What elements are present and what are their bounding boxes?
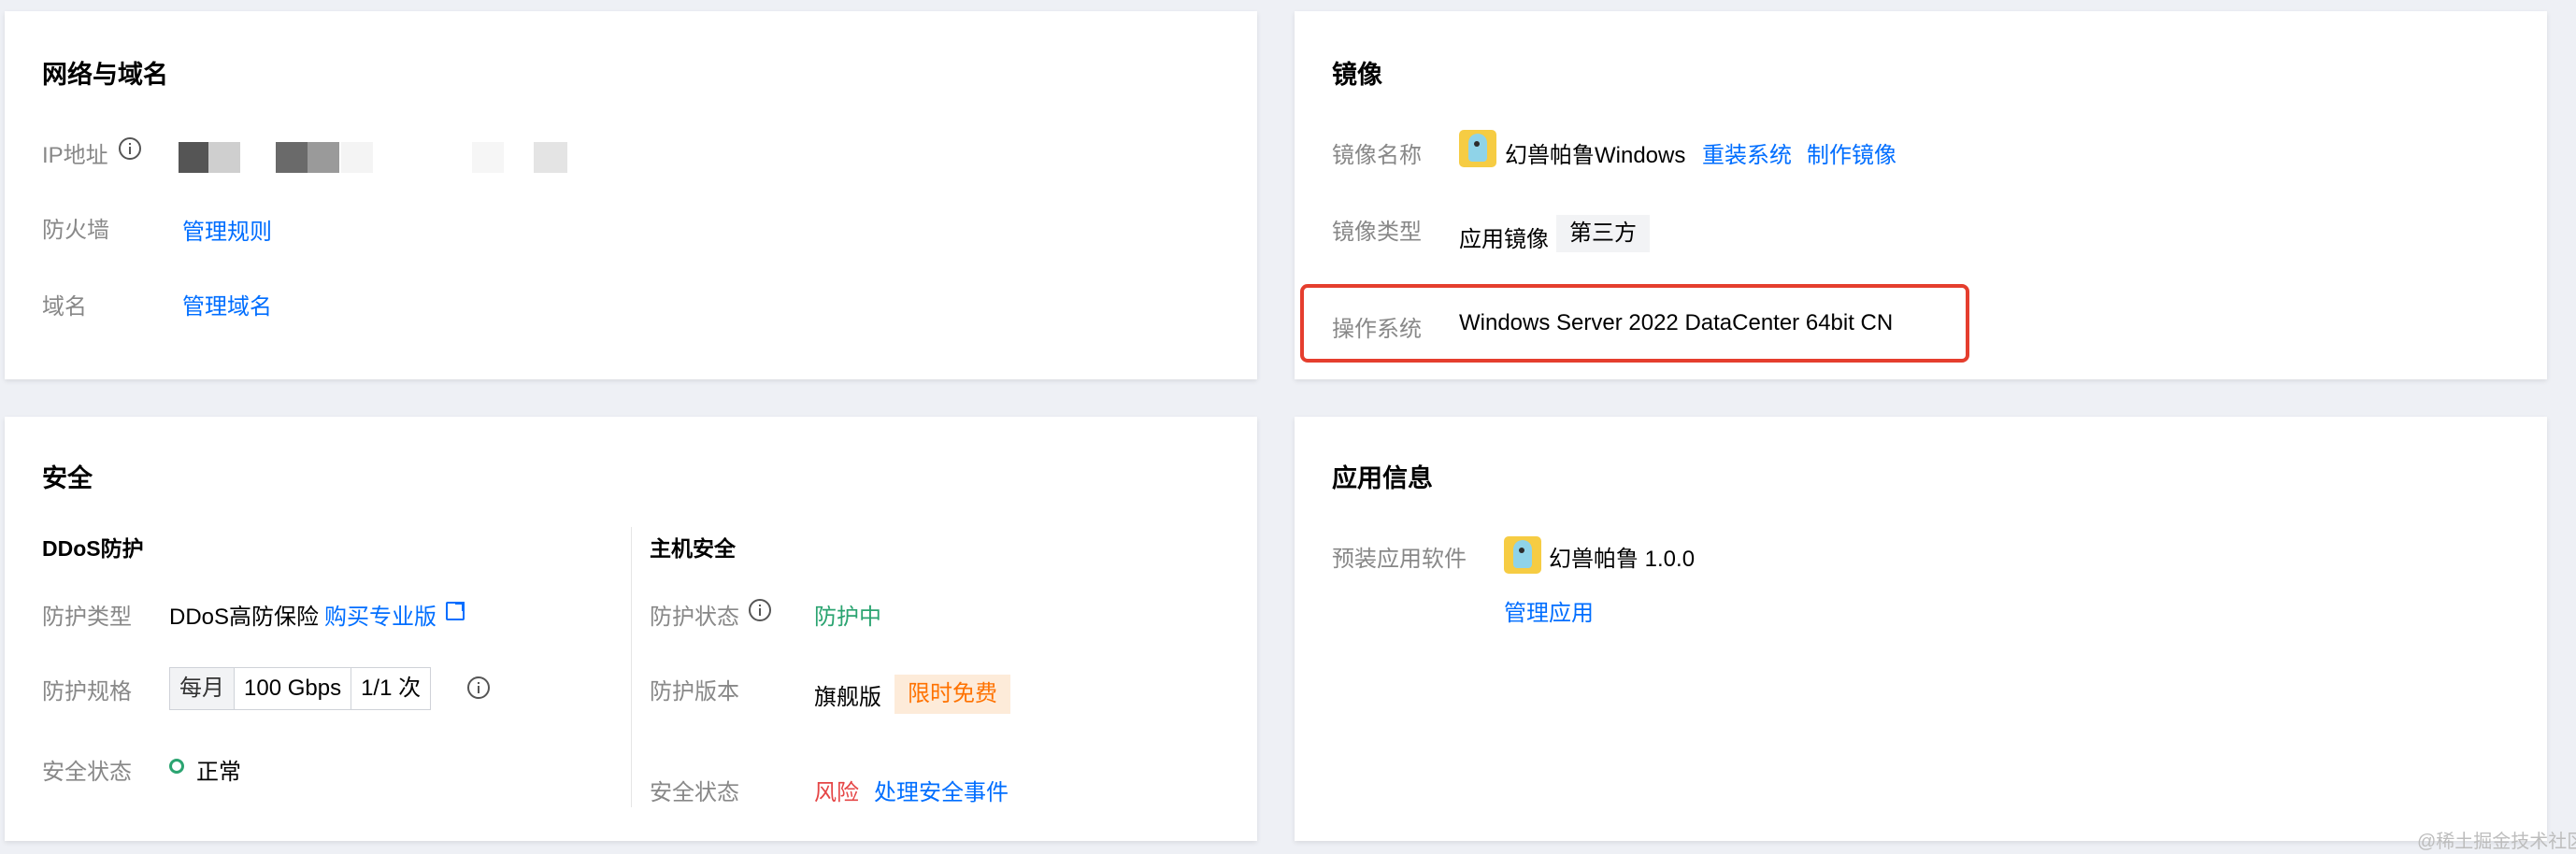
app-info-card: 应用信息 预装应用软件 幻兽帕鲁 1.0.0 管理应用 bbox=[1295, 417, 2547, 841]
os-label: 操作系统 bbox=[1332, 317, 1422, 342]
card-title: 应用信息 bbox=[1332, 464, 1433, 492]
buy-pro-link[interactable]: 购买专业版 bbox=[324, 598, 436, 631]
external-link-icon[interactable] bbox=[446, 602, 465, 620]
security-card: 安全 DDoS防护 防护类型 DDoS高防保险 购买专业版 防护规格 每月 10… bbox=[5, 417, 1257, 841]
info-icon[interactable] bbox=[467, 676, 490, 699]
ip-label: IP地址 bbox=[42, 143, 108, 168]
manage-rules-link[interactable]: 管理规则 bbox=[182, 213, 272, 246]
card-title: 网络与域名 bbox=[42, 61, 168, 89]
image-type-value: 应用镜像 bbox=[1459, 227, 1549, 252]
network-domain-card: 网络与域名 IP地址 防火墙 管理规则 域名 管理域名 bbox=[5, 11, 1257, 379]
card-title: 安全 bbox=[42, 464, 93, 492]
watermark: @稀土掘金技术社区 bbox=[2417, 832, 2576, 852]
security-status-value: 正常 bbox=[196, 760, 241, 785]
status-ok-icon bbox=[169, 759, 184, 774]
manage-domain-link[interactable]: 管理域名 bbox=[182, 288, 272, 320]
page: { "network": { "title": "网络与域名", "ip_lab… bbox=[0, 0, 2576, 854]
third-party-tag: 第三方 bbox=[1556, 215, 1650, 252]
image-type-label: 镜像类型 bbox=[1332, 220, 1422, 245]
host-security-title: 主机安全 bbox=[650, 536, 736, 561]
protection-type-value: DDoS高防保险 bbox=[169, 605, 320, 630]
protection-version-value: 旗舰版 bbox=[814, 685, 881, 710]
os-value: Windows Server 2022 DataCenter 64bit CN bbox=[1459, 310, 1894, 335]
protection-spec-box: 每月 100 Gbps 1/1 次 bbox=[169, 667, 432, 710]
preinstalled-software-label: 预装应用软件 bbox=[1332, 547, 1467, 572]
protection-spec-label: 防护规格 bbox=[42, 679, 132, 705]
reinstall-system-link[interactable]: 重装系统 bbox=[1702, 136, 1792, 169]
security-status-label: 安全状态 bbox=[42, 760, 132, 785]
spec-count: 1/1 次 bbox=[361, 676, 422, 701]
palworld-app-icon bbox=[1459, 130, 1496, 167]
info-icon[interactable] bbox=[749, 599, 771, 621]
domain-label: 域名 bbox=[42, 294, 87, 320]
manage-app-link[interactable]: 管理应用 bbox=[1504, 594, 1594, 627]
make-image-link[interactable]: 制作镜像 bbox=[1807, 136, 1896, 169]
protection-version-label: 防护版本 bbox=[650, 679, 739, 705]
card-title: 镜像 bbox=[1332, 61, 1382, 89]
image-card: 镜像 镜像名称 幻兽帕鲁Windows 重装系统 制作镜像 镜像类型 应用镜像 … bbox=[1295, 11, 2547, 379]
info-icon[interactable] bbox=[119, 137, 141, 160]
host-safety-label: 安全状态 bbox=[650, 780, 739, 805]
protection-status-label: 防护状态 bbox=[650, 605, 739, 630]
ip-address-redacted bbox=[175, 133, 567, 176]
spec-bandwidth: 100 Gbps bbox=[235, 668, 352, 709]
handle-security-event-link[interactable]: 处理安全事件 bbox=[874, 774, 1009, 806]
host-safety-value: 风险 bbox=[814, 780, 859, 805]
protection-type-label: 防护类型 bbox=[42, 605, 132, 630]
image-name-value: 幻兽帕鲁Windows bbox=[1505, 143, 1686, 168]
preinstalled-software-value: 幻兽帕鲁 1.0.0 bbox=[1549, 547, 1696, 572]
section-divider bbox=[631, 527, 632, 807]
palworld-app-icon bbox=[1504, 536, 1541, 574]
limited-free-tag: 限时免费 bbox=[894, 675, 1010, 714]
ddos-section-title: DDoS防护 bbox=[42, 536, 144, 561]
image-name-label: 镜像名称 bbox=[1332, 143, 1422, 168]
protection-status-value: 防护中 bbox=[814, 605, 881, 630]
spec-period: 每月 bbox=[170, 668, 235, 709]
firewall-label: 防火墙 bbox=[42, 218, 109, 243]
